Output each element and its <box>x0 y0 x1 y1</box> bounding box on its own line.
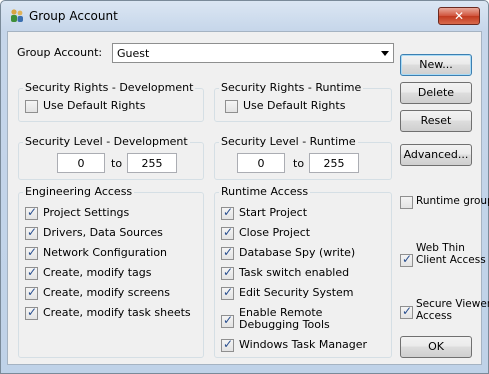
enable-remote-debugging-label-line2: Debugging Tools <box>239 318 330 331</box>
users-group-icon <box>11 9 23 22</box>
engineering-access-group: Engineering Access Project Settings Driv… <box>18 185 204 358</box>
edit-security-system-label: Edit Security System <box>239 286 354 299</box>
use-default-rights-rt-checkbox[interactable] <box>225 100 238 113</box>
start-project-checkbox[interactable] <box>221 205 234 220</box>
secure-viewer-label-line1: Secure Viewer <box>416 298 489 310</box>
title-bar[interactable]: Group Account ✕ <box>1 1 488 31</box>
secure-viewer-checkbox[interactable] <box>400 304 413 319</box>
close-project-label: Close Project <box>239 226 311 239</box>
secure-viewer-label-line2: Access <box>416 310 452 322</box>
windows-task-manager-checkbox[interactable] <box>221 337 234 352</box>
reset-button[interactable]: Reset <box>400 110 472 132</box>
security-level-dev-to-label: to <box>111 157 123 170</box>
delete-button[interactable]: Delete <box>400 82 472 104</box>
project-settings-label: Project Settings <box>43 206 130 219</box>
network-configuration-label: Network Configuration <box>43 246 168 259</box>
create-modify-screens-checkbox[interactable] <box>25 285 38 300</box>
security-level-rt-to-label: to <box>293 157 305 170</box>
ok-button[interactable]: OK <box>400 336 472 358</box>
create-modify-task-sheets-label: Create, modify task sheets <box>43 306 191 319</box>
runtime-access-group: Runtime Access Start Project Close Proje… <box>214 185 392 358</box>
close-project-checkbox[interactable] <box>221 225 234 240</box>
database-spy-write-checkbox[interactable] <box>221 245 234 260</box>
group-account-value: Guest <box>117 47 150 60</box>
dialog-client-area: Group Account: Guest Security Rights - D… <box>7 31 489 365</box>
security-level-runtime-group: Security Level - Runtime 0 to 255 <box>214 135 392 180</box>
edit-security-system-checkbox[interactable] <box>221 285 234 300</box>
security-level-rt-to-input[interactable]: 255 <box>309 153 359 173</box>
project-settings-checkbox[interactable] <box>25 205 38 220</box>
security-level-dev-to-input[interactable]: 255 <box>127 153 177 173</box>
web-thin-client-label-line2: Client Access <box>416 254 486 266</box>
security-level-development-group: Security Level - Development 0 to 255 <box>18 135 204 180</box>
advanced-button[interactable]: Advanced... <box>400 144 472 166</box>
drivers-data-sources-label: Drivers, Data Sources <box>43 226 163 239</box>
create-modify-screens-label: Create, modify screens <box>43 286 171 299</box>
engineering-access-title: Engineering Access <box>23 185 135 198</box>
group-account-label: Group Account: <box>17 46 103 59</box>
web-thin-client-label-line1: Web Thin <box>416 242 465 254</box>
close-icon: ✕ <box>453 9 465 23</box>
web-thin-client-checkbox[interactable] <box>400 252 413 267</box>
windows-task-manager-label: Windows Task Manager <box>239 338 368 351</box>
create-modify-task-sheets-checkbox[interactable] <box>25 305 38 320</box>
use-default-rights-dev-label: Use Default Rights <box>43 99 146 112</box>
chevron-down-icon <box>381 51 389 56</box>
new-button[interactable]: New... <box>400 54 472 76</box>
task-switch-enabled-label: Task switch enabled <box>239 266 350 279</box>
security-rights-runtime-group: Security Rights - Runtime Use Default Ri… <box>214 81 392 122</box>
use-default-rights-rt-label: Use Default Rights <box>243 99 346 112</box>
create-modify-tags-checkbox[interactable] <box>25 265 38 280</box>
task-switch-enabled-checkbox[interactable] <box>221 265 234 280</box>
security-rights-development-group: Security Rights - Development Use Defaul… <box>18 81 204 122</box>
drivers-data-sources-checkbox[interactable] <box>25 225 38 240</box>
use-default-rights-dev-checkbox[interactable] <box>25 100 38 113</box>
enable-remote-debugging-checkbox[interactable] <box>221 313 234 328</box>
start-project-label: Start Project <box>239 206 308 219</box>
security-level-dev-from-input[interactable]: 0 <box>57 153 105 173</box>
window-title: Group Account <box>29 9 118 23</box>
database-spy-write-label: Database Spy (write) <box>239 246 356 259</box>
security-rights-development-title: Security Rights - Development <box>23 81 196 94</box>
security-level-development-title: Security Level - Development <box>23 135 190 148</box>
runtime-group-checkbox[interactable] <box>400 196 413 209</box>
group-account-window: Group Account ✕ Group Account: Guest Sec… <box>0 0 489 374</box>
security-level-runtime-title: Security Level - Runtime <box>219 135 358 148</box>
runtime-group-label: Runtime group <box>416 195 489 207</box>
close-button[interactable]: ✕ <box>438 7 480 25</box>
security-level-rt-from-input[interactable]: 0 <box>237 153 285 173</box>
network-configuration-checkbox[interactable] <box>25 245 38 260</box>
runtime-access-title: Runtime Access <box>219 185 311 198</box>
security-rights-runtime-title: Security Rights - Runtime <box>219 81 364 94</box>
group-account-combobox[interactable]: Guest <box>112 43 394 63</box>
create-modify-tags-label: Create, modify tags <box>43 266 152 279</box>
